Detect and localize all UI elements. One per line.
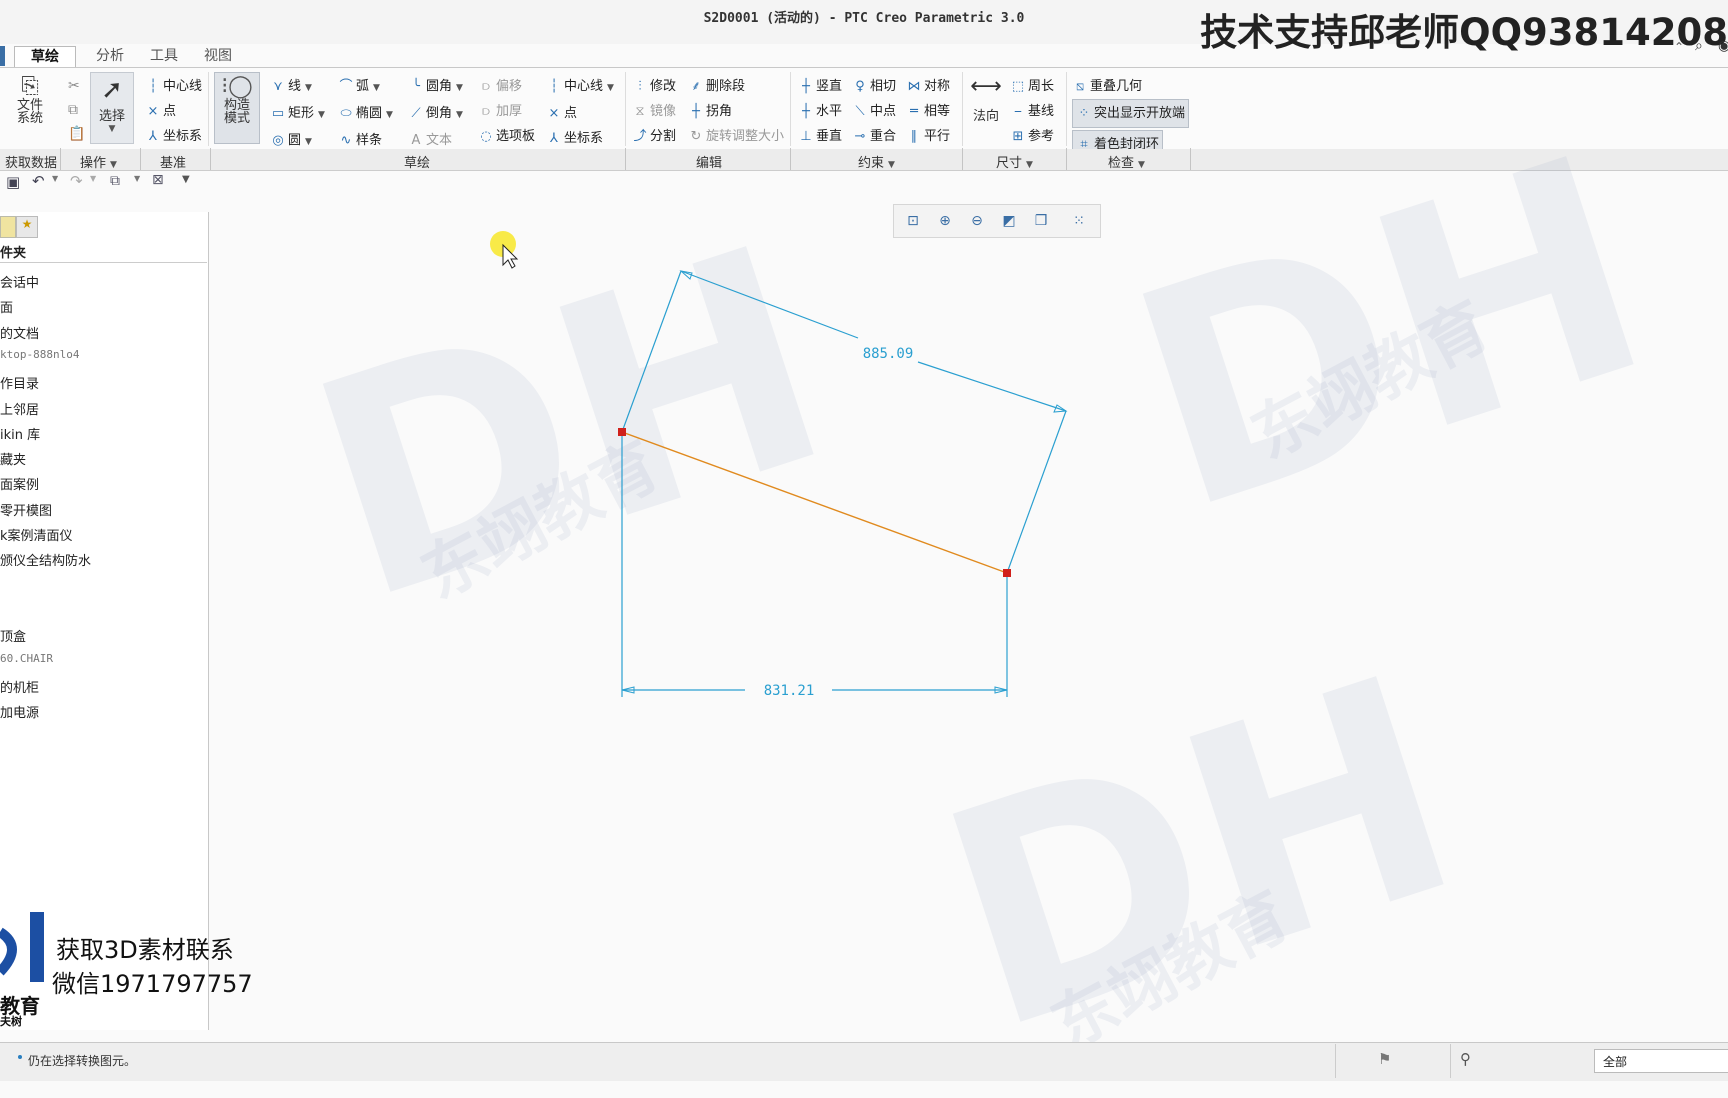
find-icon[interactable]: ⚲: [1460, 1050, 1471, 1068]
sketch-line-selected[interactable]: [621, 431, 1008, 574]
brand-subtitle: 夫树: [0, 1015, 22, 1028]
logo-bar: [30, 912, 44, 982]
sketch-canvas[interactable]: 885.09 831.21: [0, 0, 1728, 1080]
contact-line-1: 获取3D素材联系: [56, 936, 234, 964]
status-message: 仍在选择转换图元。: [28, 1054, 137, 1068]
dimension-text-top[interactable]: 885.09: [863, 346, 914, 362]
dimension-text-bottom[interactable]: 831.21: [764, 683, 815, 699]
dimension-line[interactable]: [917, 361, 1067, 412]
selection-filter-value: 全部: [1603, 1055, 1628, 1069]
witness-line[interactable]: [621, 270, 682, 433]
dimension-line[interactable]: [680, 270, 859, 339]
sketch-vertex[interactable]: [618, 428, 626, 436]
flag-icon[interactable]: ⚑: [1378, 1050, 1391, 1068]
sketch-vertex[interactable]: [1003, 569, 1011, 577]
witness-line[interactable]: [1006, 410, 1067, 574]
brand-logo: [0, 912, 46, 986]
separator: [1450, 1044, 1451, 1078]
selection-filter-dropdown[interactable]: 全部: [1594, 1049, 1728, 1073]
separator: [1335, 1044, 1336, 1078]
contact-line-2: 微信1971797757: [52, 970, 253, 998]
status-bullet-icon: [18, 1055, 22, 1059]
logo-curve: [0, 927, 17, 976]
